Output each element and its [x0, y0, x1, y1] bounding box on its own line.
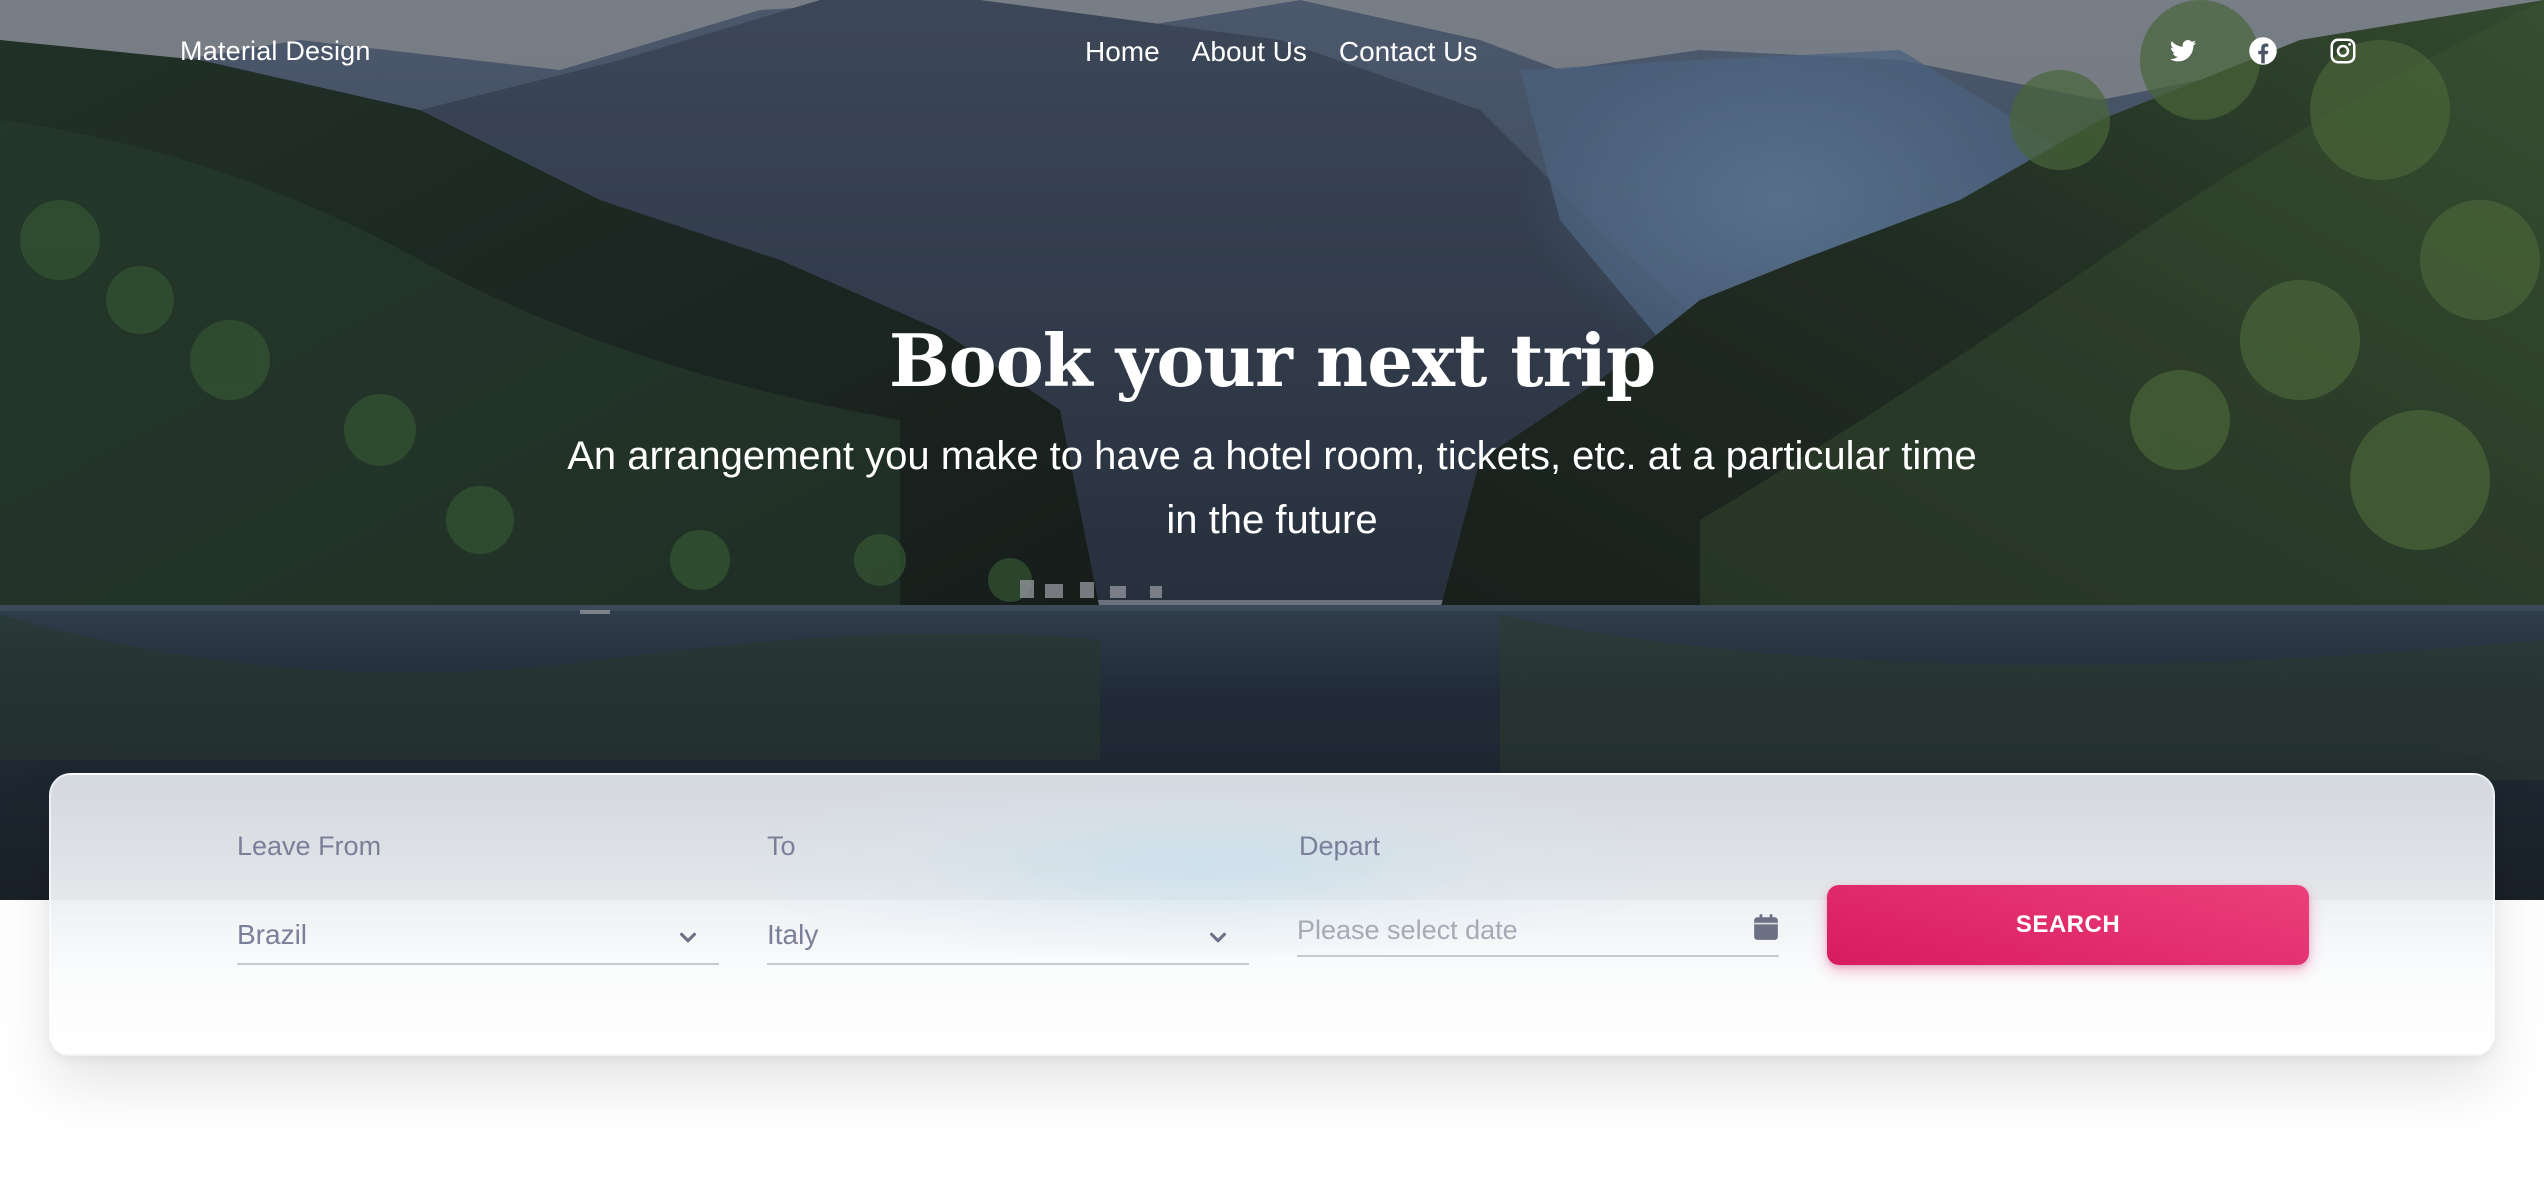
depart-field: Depart	[1297, 831, 1779, 957]
depart-label: Depart	[1299, 831, 1381, 861]
hero-title: Book your next trip	[888, 318, 1656, 403]
leave-from-field: Leave From Brazil	[237, 831, 719, 965]
social-links	[2168, 36, 2358, 66]
nav-link-contact-us[interactable]: Contact Us	[1339, 36, 1478, 68]
hero-subtitle: An arrangement you make to have a hotel …	[567, 434, 1977, 542]
calendar-icon[interactable]	[1753, 913, 1779, 941]
leave-from-value: Brazil	[237, 919, 308, 950]
leave-from-label: Leave From	[237, 831, 382, 861]
brand-link[interactable]: Material Design	[180, 36, 371, 67]
search-button[interactable]: SEARCH	[1827, 885, 2309, 965]
trip-search-card: Leave From Brazil To Italy Depart Please…	[49, 773, 2495, 1056]
nav-link-home[interactable]: Home	[1085, 36, 1160, 68]
navbar: Material Design Home About Us Contact Us	[0, 0, 2544, 110]
chevron-down-icon	[680, 932, 696, 943]
depart-date-picker	[1297, 909, 1779, 957]
chevron-down-icon	[1210, 932, 1226, 943]
to-value: Italy	[767, 919, 819, 950]
nav-links: Home About Us Contact Us	[1085, 36, 1509, 68]
nav-link-about-us[interactable]: About Us	[1192, 36, 1307, 68]
to-field: To Italy	[767, 831, 1249, 965]
twitter-icon[interactable]	[2168, 36, 2198, 66]
leave-from-select[interactable]: Brazil	[237, 913, 719, 965]
depart-date-input[interactable]	[1297, 911, 1737, 949]
to-label: To	[767, 831, 796, 861]
facebook-icon[interactable]	[2248, 36, 2278, 66]
instagram-icon[interactable]	[2328, 36, 2358, 66]
booking-page: Material Design Home About Us Contact Us…	[0, 0, 2544, 1202]
to-select[interactable]: Italy	[767, 913, 1249, 965]
